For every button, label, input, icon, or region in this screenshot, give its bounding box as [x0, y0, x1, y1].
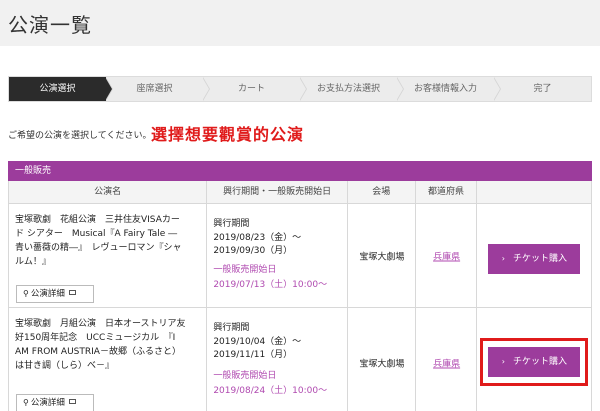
step-customer-info: お客様情報入力 [397, 77, 501, 101]
page-header: 公演一覧 [0, 0, 600, 46]
performance-title: 宝塚歌劇 月組公演 日本オーストリア友 好150周年記念 UCCミュージカル 『… [15, 317, 201, 373]
header-performance-name: 公演名 [9, 181, 208, 203]
prefecture-link[interactable]: 兵庫県 [416, 356, 478, 369]
title-line: 好150周年記念 UCCミュージカル 『I [15, 333, 176, 343]
performance-cell: 宝塚歌劇 花組公演 三井住友VISAカー ド シアター Musical『A Fa… [9, 204, 208, 307]
performance-title: 宝塚歌劇 花組公演 三井住友VISAカー ド シアター Musical『A Fa… [15, 213, 201, 269]
step-seat-select: 座席選択 [106, 77, 210, 101]
period-end: 2019/11/11（月） [213, 350, 293, 360]
step-complete: 完了 [533, 84, 552, 94]
step-payment-method: お支払方法選択 [300, 77, 404, 101]
period-start: 2019/08/23（金）～ [213, 233, 302, 243]
buy-ticket-button[interactable]: › チケット購入 [488, 244, 581, 274]
buy-ticket-label: チケット購入 [512, 357, 567, 367]
title-line: 宝塚歌劇 月組公演 日本オーストリア友 [15, 319, 186, 329]
chevron-right-icon: › [501, 254, 505, 263]
performance-cell: 宝塚歌劇 月組公演 日本オーストリア友 好150周年記念 UCCミュージカル 『… [9, 308, 208, 411]
search-icon: ⚲ [23, 398, 29, 407]
sale-start-label: 一般販売開始日 [213, 265, 277, 275]
venue-name: 宝塚大劇場 [359, 252, 405, 262]
progress-steps: 公演選択 座席選択 カート お支払方法選択 お客様情報入力 完了 [8, 76, 592, 102]
sale-start-date: 2019/07/13（土）10:00～ [213, 280, 328, 290]
header-venue: 会場 [348, 181, 416, 203]
buy-ticket-button[interactable]: › チケット購入 [488, 347, 581, 377]
prefecture-link[interactable]: 兵庫県 [416, 249, 478, 262]
chevron-right-icon: › [501, 357, 505, 366]
step-performance-select: 公演選択 [9, 77, 113, 101]
prefecture-cell: 兵庫県 [416, 308, 478, 411]
venue-cell: 宝塚大劇場 [348, 204, 416, 307]
table-row: 宝塚歌劇 花組公演 三井住友VISAカー ド シアター Musical『A Fa… [9, 204, 591, 308]
sale-start-label: 一般販売開始日 [213, 371, 277, 381]
action-cell: › チケット購入 [477, 204, 591, 307]
title-line: は甘き調（しら）べ－』 [15, 361, 115, 371]
buy-ticket-label: チケット購入 [512, 254, 567, 264]
period-end: 2019/09/30（月） [213, 246, 293, 256]
period-label: 興行期間 [213, 219, 250, 229]
page-title: 公演一覧 [8, 13, 92, 37]
external-window-icon [68, 399, 76, 404]
period-start: 2019/10/04（金）～ [213, 337, 302, 347]
step-cart: カート [203, 77, 307, 101]
period-cell: 興行期間 2019/10/04（金）～ 2019/11/11（月） 一般販売開始… [207, 308, 348, 411]
venue-name: 宝塚大劇場 [359, 359, 405, 369]
title-line: ド シアター Musical『A Fairy Tale ― [15, 229, 178, 239]
external-window-icon [68, 290, 76, 295]
sale-start-date: 2019/08/24（土）10:00～ [213, 386, 328, 396]
instruction-text: ご希望の公演を選択してください。 [8, 131, 152, 141]
period-cell: 興行期間 2019/08/23（金）～ 2019/09/30（月） 一般販売開始… [207, 204, 348, 307]
annotation-text: 選擇想要觀賞的公演 [151, 125, 305, 144]
title-line: 青い薔薇の精―』 レヴューロマン『シャ [15, 243, 182, 253]
header-period: 興行期間・一般販売開始日 [207, 181, 348, 203]
header-prefecture: 都道府県 [416, 181, 478, 203]
title-line: 宝塚歌劇 花組公演 三井住友VISAカー [15, 215, 180, 225]
prefecture-cell: 兵庫県 [416, 204, 478, 307]
title-line: AM FROM AUSTRIA－故郷（ふるさと） [15, 347, 181, 357]
performance-detail-button[interactable]: ⚲ 公演詳細 [16, 285, 94, 303]
performance-table: 公演名 興行期間・一般販売開始日 会場 都道府県 宝塚歌劇 花組公演 三井住友V… [8, 181, 592, 411]
detail-label: 公演詳細 [30, 398, 65, 408]
header-action [477, 181, 591, 203]
detail-label: 公演詳細 [30, 289, 65, 299]
performance-detail-button[interactable]: ⚲ 公演詳細 [16, 394, 94, 411]
action-cell: › チケット購入 [477, 308, 591, 411]
search-icon: ⚲ [23, 289, 29, 298]
venue-cell: 宝塚大劇場 [348, 308, 416, 411]
table-header: 公演名 興行期間・一般販売開始日 会場 都道府県 [9, 181, 591, 204]
table-row: 宝塚歌劇 月組公演 日本オーストリア友 好150周年記念 UCCミュージカル 『… [9, 308, 591, 411]
title-line: ルム！』 [15, 257, 51, 267]
section-header: 一般販売 [8, 161, 592, 181]
period-label: 興行期間 [213, 323, 250, 333]
